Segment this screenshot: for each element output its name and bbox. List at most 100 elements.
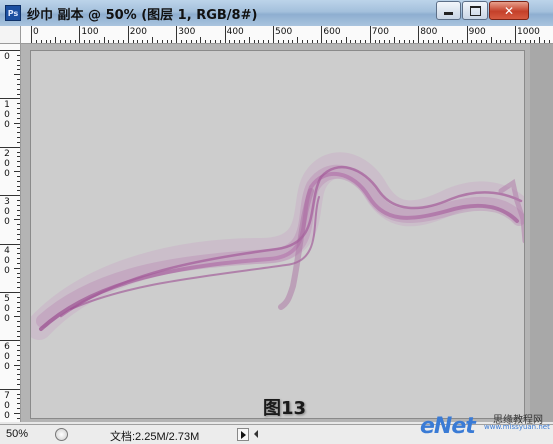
ruler-tick (17, 253, 20, 255)
ruler-tick (79, 26, 81, 43)
ruler-tick (166, 40, 168, 43)
ruler-tick (17, 93, 20, 95)
ruler-tick (529, 40, 531, 43)
ruler-tick (394, 37, 395, 43)
ruler-tick (326, 40, 328, 43)
ruler-label: 3 0 0 (4, 197, 10, 228)
ruler-tick (239, 40, 241, 43)
ruler-tick (321, 26, 323, 43)
ruler-tick (263, 40, 265, 43)
ruler-label: 100 (81, 27, 99, 37)
ruler-tick (17, 200, 20, 202)
ruler-tick (548, 40, 550, 43)
maximize-button[interactable] (462, 1, 488, 20)
photoshop-icon: Ps (5, 5, 21, 21)
vertical-scroll-track[interactable] (530, 44, 553, 422)
ruler-label: 200 (129, 27, 147, 37)
ruler-label: 0 (33, 27, 39, 37)
ruler-tick (432, 40, 434, 43)
ruler-label: 600 (323, 27, 341, 37)
zoom-field[interactable]: 50% (6, 428, 28, 440)
ruler-tick (17, 151, 20, 153)
ruler-tick (14, 267, 20, 269)
ruler-tick (505, 40, 507, 43)
scarf-ribbon (31, 152, 524, 340)
ruler-tick (379, 40, 381, 43)
ruler-tick (17, 403, 20, 405)
ruler-tick (14, 219, 20, 221)
ruler-tick (17, 88, 20, 90)
ruler-tick (297, 37, 299, 43)
document-canvas[interactable] (30, 50, 525, 419)
ruler-tick (200, 37, 202, 43)
ruler-tick (335, 40, 337, 43)
ruler-tick (331, 40, 333, 43)
ruler-tick (17, 282, 20, 284)
ruler-tick (243, 40, 245, 43)
navigator-icon[interactable] (55, 428, 68, 441)
vertical-ruler[interactable]: 0 1 0 0 2 0 0 3 0 0 4 0 0 5 0 0 6 0 0 7 0 0 (0, 44, 21, 422)
ruler-tick (369, 26, 371, 43)
ruler-tick (181, 40, 183, 43)
ruler-tick (253, 40, 255, 43)
ruler-origin[interactable] (0, 26, 21, 44)
ruler-tick (31, 26, 32, 43)
horizontal-ruler[interactable]: 0 100 200 300 400 500 600 700 800 900 1000 (21, 26, 553, 44)
ruler-tick (452, 40, 454, 43)
ruler-tick (224, 26, 226, 43)
ruler-tick (17, 161, 20, 163)
ruler-label: 400 (226, 27, 244, 37)
ruler-tick (364, 40, 366, 43)
ruler-tick (360, 40, 362, 43)
window-title: 纱巾 副本 @ 50% (图层 1, RGB/8#) (27, 8, 258, 23)
ruler-label: 4 0 0 (4, 245, 10, 276)
ruler-tick (544, 40, 546, 43)
ruler-tick (340, 40, 342, 43)
scroll-left-icon[interactable] (252, 428, 262, 441)
ruler-tick (510, 40, 512, 43)
ruler-tick (50, 40, 52, 43)
ruler-tick (17, 369, 20, 371)
ruler-tick (229, 40, 231, 43)
ruler-tick (316, 40, 318, 43)
ruler-tick (17, 137, 20, 139)
ruler-tick (495, 40, 497, 43)
ruler-tick (17, 248, 20, 250)
ruler-tick (156, 40, 158, 43)
close-button[interactable]: ✕ (489, 1, 529, 20)
ruler-tick (17, 127, 20, 129)
ruler-tick (311, 40, 313, 43)
ruler-tick (268, 40, 270, 43)
ruler-label: 6 0 0 (4, 342, 10, 373)
status-menu-arrow-button[interactable] (237, 428, 249, 441)
ruler-tick (534, 40, 536, 43)
ruler-tick (476, 40, 478, 43)
ruler-label: 900 (468, 27, 486, 37)
ruler-tick (456, 40, 458, 43)
ruler-tick (17, 277, 20, 279)
title-bar[interactable]: Ps 纱巾 副本 @ 50% (图层 1, RGB/8#) ✕ (0, 0, 553, 27)
ruler-tick (132, 40, 134, 43)
ruler-tick (277, 40, 279, 43)
ruler-tick (17, 190, 20, 192)
ruler-tick (195, 40, 197, 43)
ruler-tick (17, 311, 20, 313)
ruler-tick (14, 171, 20, 172)
ruler-tick (205, 40, 207, 43)
ruler-label: 1000 (517, 27, 540, 37)
ruler-tick (214, 40, 216, 43)
ruler-label: 700 (371, 27, 389, 37)
ruler-tick (17, 325, 20, 327)
ruler-tick (17, 287, 20, 289)
minimize-button[interactable] (436, 1, 461, 20)
ruler-tick (17, 383, 20, 385)
ruler-tick (17, 229, 20, 231)
ruler-tick (427, 40, 429, 43)
ruler-tick (40, 40, 42, 43)
ruler-tick (403, 40, 405, 43)
ruler-tick (17, 156, 20, 158)
ruler-tick (0, 195, 20, 197)
ruler-tick (485, 40, 487, 43)
ruler-tick (185, 40, 187, 43)
ruler-tick (0, 292, 20, 293)
